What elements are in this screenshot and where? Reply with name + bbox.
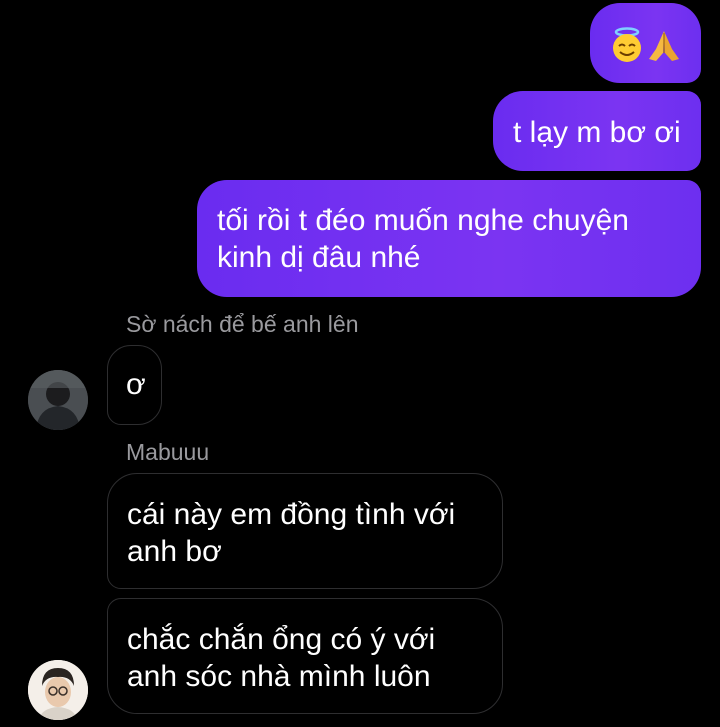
incoming-message[interactable]: chắc chắn ổng có ý với anh sóc nhà mình … bbox=[107, 598, 503, 714]
message-text: cái này em đồng tình với anh bơ bbox=[127, 498, 456, 568]
sender-name: Mabuuu bbox=[126, 439, 210, 465]
outgoing-message[interactable]: tối rồi t đéo muốn nghe chuyện kinh dị đ… bbox=[197, 180, 701, 297]
avatar-image bbox=[28, 370, 88, 430]
avatar[interactable] bbox=[28, 370, 88, 430]
message-text: chắc chắn ổng có ý với anh sóc nhà mình … bbox=[127, 623, 436, 693]
sender-name: Sờ nách để bế anh lên bbox=[126, 311, 359, 337]
smiling-face-with-halo-icon bbox=[613, 27, 641, 62]
message-text: tối rồi t đéo muốn nghe chuyện kinh dị đ… bbox=[217, 204, 629, 274]
incoming-message[interactable]: cái này em đồng tình với anh bơ bbox=[107, 473, 503, 589]
incoming-message[interactable]: ơ bbox=[107, 345, 162, 425]
message-thread: 😇🙏 t lạy m bơ ơi tối rồi t đéo muốn nghe… bbox=[0, 0, 720, 727]
avatar-image bbox=[28, 660, 88, 720]
outgoing-message-emoji[interactable]: 😇🙏 bbox=[590, 3, 701, 83]
emoji-group: 😇🙏 bbox=[610, 27, 684, 63]
folded-hands-icon bbox=[649, 31, 679, 61]
avatar[interactable] bbox=[28, 660, 88, 720]
message-text: t lạy m bơ ơi bbox=[513, 116, 681, 149]
message-text: ơ bbox=[126, 368, 146, 401]
outgoing-message[interactable]: t lạy m bơ ơi bbox=[493, 91, 701, 171]
